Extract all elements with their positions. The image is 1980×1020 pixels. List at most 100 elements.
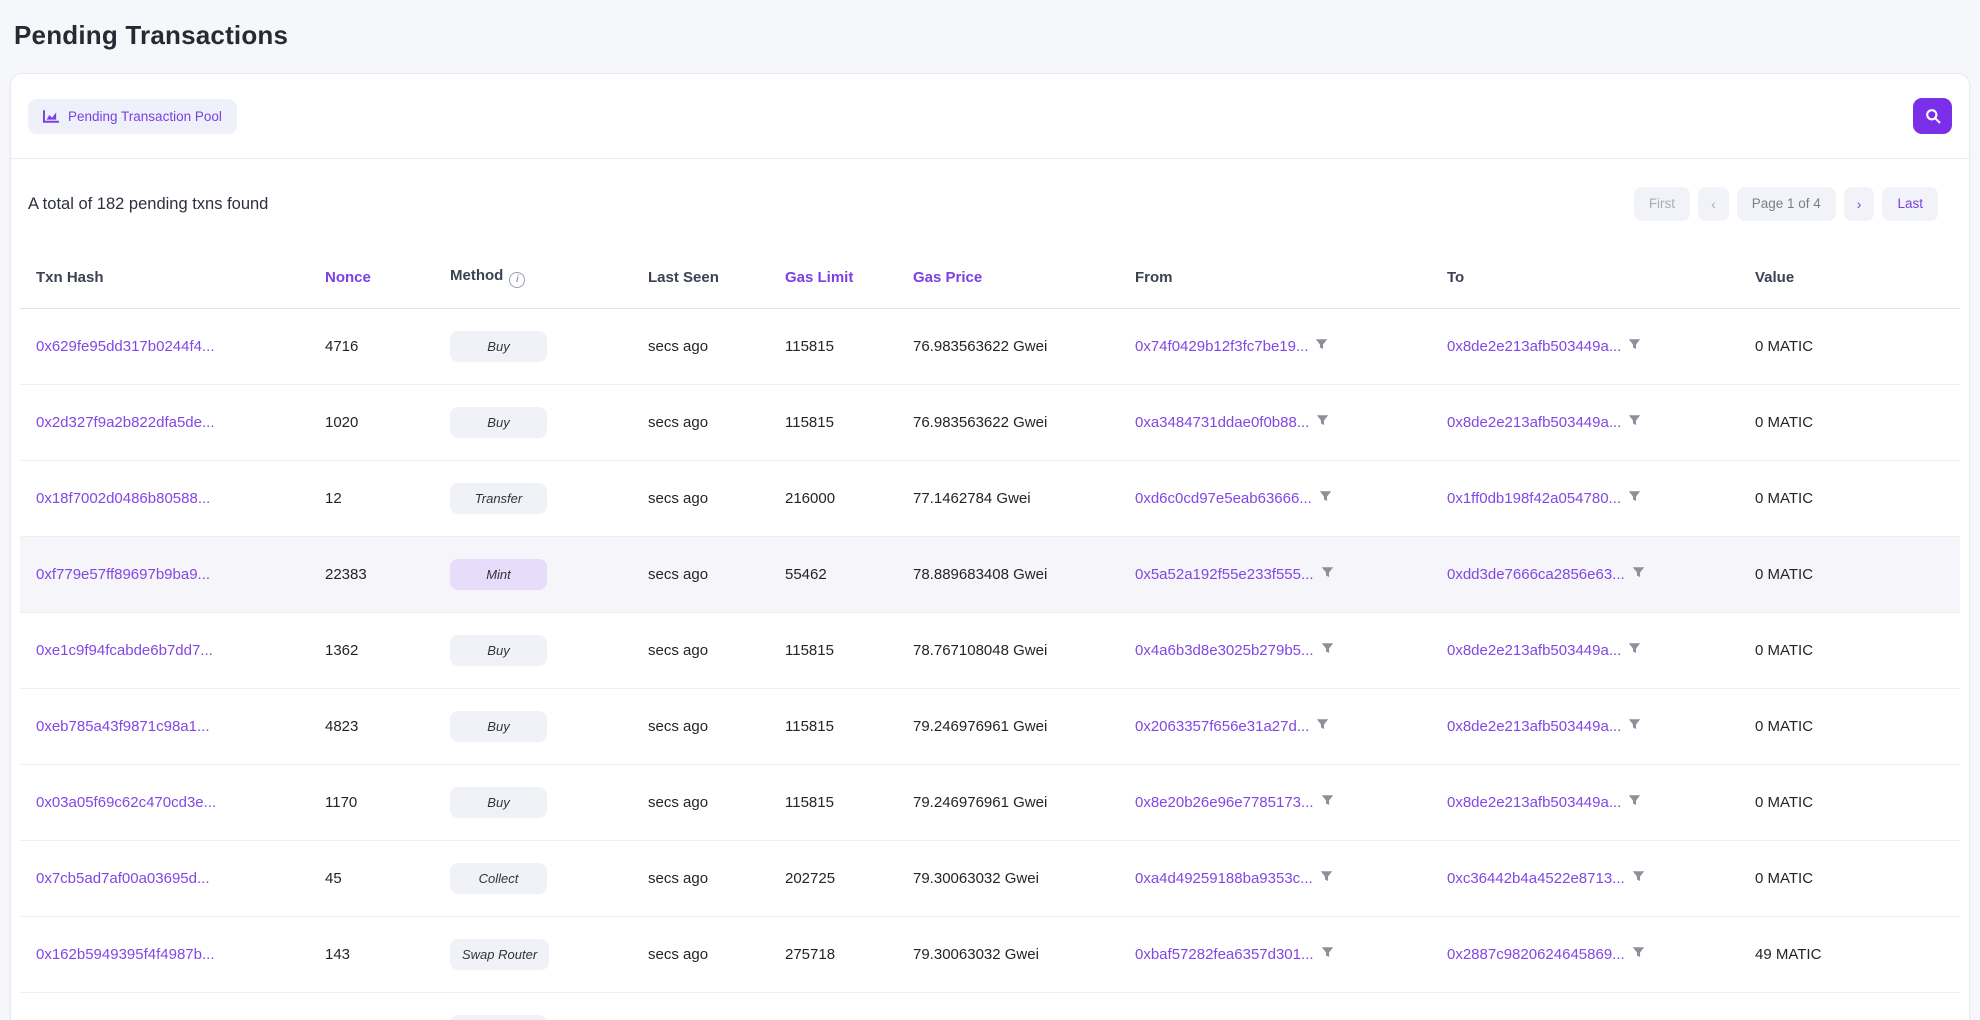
filter-icon[interactable] bbox=[1632, 946, 1645, 963]
txn-hash-cell: 0xeb785a43f9871c98a1... bbox=[20, 688, 317, 764]
txn-hash-link[interactable]: 0x2d327f9a2b822dfa5de... bbox=[36, 414, 215, 431]
from-address-link[interactable]: 0xa3484731ddae0f0b88... bbox=[1135, 414, 1309, 431]
from-address-link[interactable]: 0x5a52a192f55e233f555... bbox=[1135, 566, 1314, 583]
method-cell: Buy bbox=[442, 764, 640, 840]
gas-price-cell: 79.246976961 Gwei bbox=[905, 688, 1127, 764]
filter-icon[interactable] bbox=[1628, 718, 1641, 735]
gas-limit-cell: 216000 bbox=[777, 460, 905, 536]
gas-limit-cell: 115815 bbox=[777, 688, 905, 764]
header-nonce[interactable]: Nonce bbox=[317, 247, 442, 308]
filter-icon[interactable] bbox=[1315, 338, 1328, 355]
from-cell: 0x5a52a192f55e233f555... bbox=[1127, 536, 1439, 612]
to-address-link[interactable]: 0x1ff0db198f42a054780... bbox=[1447, 490, 1621, 507]
txn-hash-link[interactable]: 0x629fe95dd317b0244f4... bbox=[36, 338, 215, 355]
header-last-seen: Last Seen bbox=[640, 247, 777, 308]
method-cell: Collect bbox=[442, 840, 640, 916]
nonce-cell: 1170 bbox=[317, 764, 442, 840]
value-cell: 0 MATIC bbox=[1747, 536, 1960, 612]
last-seen-cell: secs ago bbox=[640, 460, 777, 536]
value-cell: 0 MATIC bbox=[1747, 612, 1960, 688]
from-address-link[interactable]: 0xbaf57282fea6357d301... bbox=[1135, 946, 1314, 963]
txn-hash-link[interactable]: 0x03a05f69c62c470cd3e... bbox=[36, 794, 216, 811]
from-address-link[interactable]: 0xd6c0cd97e5eab63666... bbox=[1135, 490, 1312, 507]
method-badge: Buy bbox=[450, 635, 547, 666]
method-badge: Transfer bbox=[450, 483, 547, 514]
from-address-link[interactable]: 0x74f0429b12f3fc7be19... bbox=[1135, 338, 1308, 355]
txn-hash-link[interactable]: 0xeb785a43f9871c98a1... bbox=[36, 718, 210, 735]
pool-button-label: Pending Transaction Pool bbox=[68, 109, 222, 124]
pagination-next-button[interactable]: › bbox=[1844, 187, 1875, 221]
last-seen-cell: secs ago bbox=[640, 536, 777, 612]
to-address-link[interactable]: 0x8de2e213afb503449a... bbox=[1447, 414, 1621, 431]
area-chart-icon bbox=[43, 110, 59, 123]
to-cell: 0x1ff0db198f42a054780... bbox=[1439, 460, 1747, 536]
info-icon[interactable]: i bbox=[509, 272, 525, 288]
to-address-link[interactable]: 0xdd3de7666ca2856e63... bbox=[1447, 566, 1625, 583]
from-address-link[interactable]: 0x4a6b3d8e3025b279b5... bbox=[1135, 642, 1314, 659]
search-icon bbox=[1925, 108, 1941, 124]
to-address-link[interactable]: 0x8de2e213afb503449a... bbox=[1447, 338, 1621, 355]
from-address-link[interactable]: 0xa4d49259188ba9353c... bbox=[1135, 870, 1313, 887]
table-row: 0xcb38317ff022b0afae3... 910 Transfer se… bbox=[20, 992, 1960, 1020]
last-seen-cell: secs ago bbox=[640, 612, 777, 688]
nonce-cell: 1020 bbox=[317, 384, 442, 460]
header-txn-hash: Txn Hash bbox=[20, 247, 317, 308]
transactions-table-wrap: Txn Hash Nonce Methodi Last Seen Gas Lim… bbox=[11, 247, 1969, 1020]
txn-hash-link[interactable]: 0xf779e57ff89697b9ba9... bbox=[36, 566, 210, 583]
filter-icon[interactable] bbox=[1628, 414, 1641, 431]
gas-limit-cell: 202725 bbox=[777, 840, 905, 916]
method-badge: Buy bbox=[450, 711, 547, 742]
nonce-cell: 1362 bbox=[317, 612, 442, 688]
txn-hash-link[interactable]: 0x162b5949395f4f4987b... bbox=[36, 946, 215, 963]
filter-icon[interactable] bbox=[1321, 566, 1334, 583]
pagination: First ‹ Page 1 of 4 › Last bbox=[1634, 187, 1938, 221]
last-seen-cell: secs ago bbox=[640, 384, 777, 460]
gas-limit-cell: 275718 bbox=[777, 916, 905, 992]
method-cell: Transfer bbox=[442, 992, 640, 1020]
to-address-link[interactable]: 0xc36442b4a4522e8713... bbox=[1447, 870, 1625, 887]
filter-icon[interactable] bbox=[1632, 566, 1645, 583]
txn-hash-link[interactable]: 0xe1c9f94fcabde6b7dd7... bbox=[36, 642, 213, 659]
txn-hash-cell: 0x629fe95dd317b0244f4... bbox=[20, 308, 317, 384]
filter-icon[interactable] bbox=[1632, 870, 1645, 887]
gas-limit-cell: 21000 bbox=[777, 992, 905, 1020]
txn-hash-cell: 0xcb38317ff022b0afae3... bbox=[20, 992, 317, 1020]
filter-icon[interactable] bbox=[1319, 490, 1332, 507]
filter-icon[interactable] bbox=[1316, 414, 1329, 431]
filter-icon[interactable] bbox=[1316, 718, 1329, 735]
table-header-row: Txn Hash Nonce Methodi Last Seen Gas Lim… bbox=[20, 247, 1960, 308]
pagination-first-button[interactable]: First bbox=[1634, 187, 1690, 221]
txn-hash-link[interactable]: 0x18f7002d0486b80588... bbox=[36, 490, 210, 507]
pending-transactions-card: Pending Transaction Pool A total of 182 … bbox=[10, 73, 1970, 1020]
from-address-link[interactable]: 0x2063357f656e31a27d... bbox=[1135, 718, 1309, 735]
pagination-last-button[interactable]: Last bbox=[1882, 187, 1938, 221]
pagination-prev-button[interactable]: ‹ bbox=[1698, 187, 1729, 221]
method-cell: Buy bbox=[442, 308, 640, 384]
filter-icon[interactable] bbox=[1628, 794, 1641, 811]
filter-icon[interactable] bbox=[1628, 338, 1641, 355]
from-address-link[interactable]: 0x8e20b26e96e7785173... bbox=[1135, 794, 1314, 811]
method-badge: Transfer bbox=[450, 1015, 547, 1020]
filter-icon[interactable] bbox=[1628, 642, 1641, 659]
to-address-link[interactable]: 0x8de2e213afb503449a... bbox=[1447, 794, 1621, 811]
header-gas-price[interactable]: Gas Price bbox=[905, 247, 1127, 308]
gas-price-cell: 79.30063032 Gwei bbox=[905, 992, 1127, 1020]
pending-transaction-pool-button[interactable]: Pending Transaction Pool bbox=[28, 99, 237, 134]
nonce-cell: 4716 bbox=[317, 308, 442, 384]
gas-limit-cell: 115815 bbox=[777, 612, 905, 688]
to-address-link[interactable]: 0x8de2e213afb503449a... bbox=[1447, 718, 1621, 735]
filter-icon[interactable] bbox=[1628, 490, 1641, 507]
to-address-link[interactable]: 0x2887c9820624645869... bbox=[1447, 946, 1625, 963]
filter-icon[interactable] bbox=[1321, 946, 1334, 963]
method-badge: Buy bbox=[450, 331, 547, 362]
search-button[interactable] bbox=[1913, 98, 1952, 134]
to-address-link[interactable]: 0x8de2e213afb503449a... bbox=[1447, 642, 1621, 659]
filter-icon[interactable] bbox=[1320, 870, 1333, 887]
txn-hash-link[interactable]: 0x7cb5ad7af00a03695d... bbox=[36, 870, 210, 887]
to-cell: 0x2887c9820624645869... bbox=[1439, 916, 1747, 992]
header-gas-limit[interactable]: Gas Limit bbox=[777, 247, 905, 308]
gas-price-cell: 77.1462784 Gwei bbox=[905, 460, 1127, 536]
filter-icon[interactable] bbox=[1321, 794, 1334, 811]
method-cell: Buy bbox=[442, 688, 640, 764]
filter-icon[interactable] bbox=[1321, 642, 1334, 659]
